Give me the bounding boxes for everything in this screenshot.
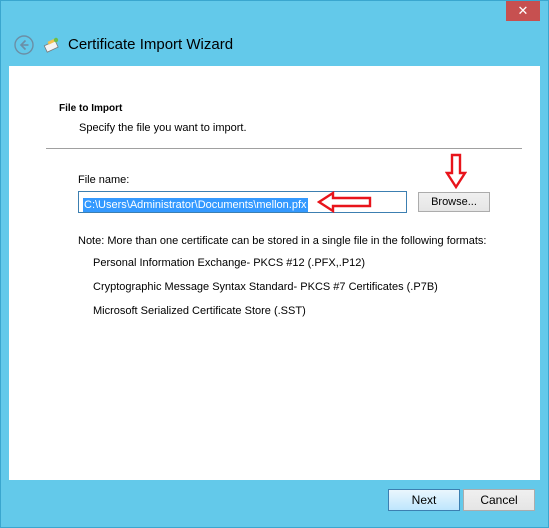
file-name-label: File name:: [78, 174, 130, 186]
page-heading: File to Import: [59, 103, 123, 114]
title-bar: Certificate Import Wizard: [1, 25, 549, 65]
cancel-button[interactable]: Cancel: [463, 489, 535, 511]
format-item-sst: Microsoft Serialized Certificate Store (…: [93, 305, 306, 317]
window-title: Certificate Import Wizard: [68, 36, 234, 53]
close-button[interactable]: ✕: [506, 1, 540, 21]
wizard-window: ✕ Certificate Import Wizard File to Impo…: [0, 0, 549, 528]
page-subheading: Specify the file you want to import.: [79, 122, 247, 134]
format-item-pfx: Personal Information Exchange- PKCS #12 …: [93, 257, 366, 269]
certificate-wizard-icon: [43, 37, 59, 53]
formats-note: Note: More than one certificate can be s…: [78, 235, 487, 247]
wizard-content-panel: File to Import Specify the file you want…: [9, 66, 540, 480]
red-arrow-left-icon: [317, 191, 372, 213]
red-arrow-down-icon: [445, 153, 467, 189]
file-name-value: C:\Users\Administrator\Documents\mellon.…: [83, 198, 308, 212]
format-item-p7b: Cryptographic Message Syntax Standard- P…: [93, 281, 438, 293]
browse-button[interactable]: Browse...: [418, 192, 490, 212]
header-divider: [46, 148, 522, 149]
next-button[interactable]: Next: [388, 489, 460, 511]
back-arrow-icon[interactable]: [14, 35, 34, 55]
